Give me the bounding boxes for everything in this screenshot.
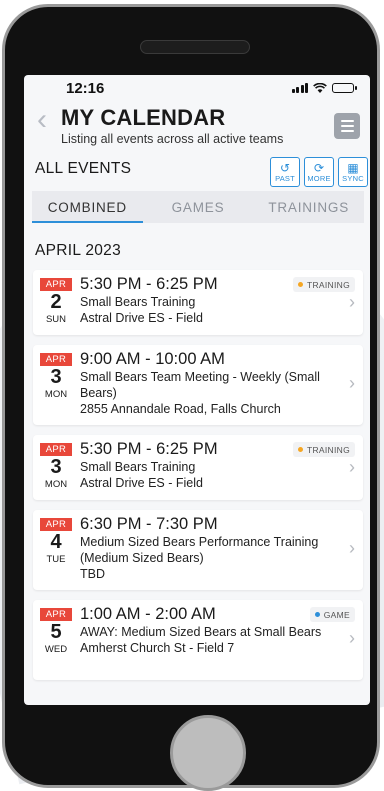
- event-day: 2: [50, 291, 62, 313]
- event-weekday: SUN: [45, 314, 67, 325]
- page-title: MY CALENDAR: [61, 105, 226, 130]
- event-card[interactable]: APR 3 MON 9:00 AM - 10:00 AM Small Bears…: [33, 345, 363, 425]
- chevron-right-icon: ›: [349, 538, 355, 558]
- event-date-badge: APR 2 SUN: [40, 278, 72, 325]
- tab-games[interactable]: GAMES: [143, 191, 254, 223]
- tab-combined[interactable]: COMBINED: [32, 191, 143, 223]
- event-type-label: GAME: [323, 609, 350, 620]
- event-month: APR: [40, 278, 72, 291]
- events-section-label: ALL EVENTS: [35, 160, 132, 177]
- tab-trainings[interactable]: TRAININGS: [253, 191, 364, 223]
- training-dot-icon: [297, 282, 303, 287]
- event-month: APR: [40, 518, 72, 531]
- game-dot-icon: [314, 612, 320, 617]
- phone-speaker: [140, 40, 250, 54]
- sync-calendar-button[interactable]: ▦ SYNC: [338, 157, 368, 187]
- event-weekday: MON: [44, 479, 68, 490]
- event-month: APR: [40, 608, 72, 621]
- event-location: Astral Drive ES - Field: [80, 476, 203, 490]
- event-day: 5: [50, 621, 62, 643]
- event-name: Small Bears Training: [80, 460, 196, 474]
- event-time: 1:00 AM - 2:00 AM: [80, 605, 216, 623]
- event-time: 6:30 PM - 7:30 PM: [80, 515, 218, 533]
- chevron-left-icon[interactable]: ‹: [37, 105, 47, 135]
- sync-button-label: SYNC: [342, 173, 364, 183]
- event-list: APR 2 SUN 5:30 PM - 6:25 PM Small Bears …: [24, 270, 370, 680]
- status-time: 12:16: [66, 79, 105, 97]
- event-name: Small Bears Team Meeting - Weekly (Small…: [80, 370, 320, 400]
- event-action-buttons: ↺ PAST ⟳ MORE ▦ SYNC: [270, 157, 368, 187]
- event-day: 4: [50, 531, 62, 553]
- phone-frame: 12:16 ‹ MY CALENDAR Listing all events a…: [2, 4, 380, 791]
- more-events-button[interactable]: ⟳ MORE: [304, 157, 334, 187]
- event-info: 9:00 AM - 10:00 AM Small Bears Team Meet…: [80, 350, 335, 417]
- calendar-sync-icon: ▦: [347, 160, 359, 175]
- event-date-badge: APR 4 TUE: [40, 518, 72, 565]
- training-dot-icon: [297, 447, 303, 452]
- event-weekday: MON: [44, 389, 68, 400]
- status-bar: 12:16: [24, 75, 370, 101]
- event-location: TBD: [80, 567, 105, 581]
- event-type-label: TRAINING: [306, 444, 350, 455]
- history-icon: ↺: [279, 160, 291, 175]
- event-name: AWAY: Medium Sized Bears at Small Bears: [80, 625, 322, 639]
- event-location: 2855 Annandale Road, Falls Church: [80, 402, 281, 416]
- more-button-label: MORE: [307, 173, 331, 183]
- page-subtitle: Listing all events across all active tea…: [61, 132, 284, 146]
- chevron-right-icon: ›: [349, 292, 355, 312]
- cellular-signal-icon: [291, 83, 308, 93]
- event-type-badge: GAME: [309, 607, 355, 622]
- past-events-button[interactable]: ↺ PAST: [270, 157, 300, 187]
- event-info: 6:30 PM - 7:30 PM Medium Sized Bears Per…: [80, 515, 335, 582]
- event-type-badge: TRAINING: [292, 442, 355, 457]
- month-heading: APRIL 2023: [35, 242, 122, 259]
- chevron-right-icon: ›: [349, 628, 355, 648]
- event-card[interactable]: APR 5 WED 1:00 AM - 2:00 AM AWAY: Medium…: [33, 600, 363, 680]
- event-time: 9:00 AM - 10:00 AM: [80, 350, 225, 368]
- event-location: Astral Drive ES - Field: [80, 311, 203, 325]
- chevron-right-icon: ›: [349, 373, 355, 393]
- event-month: APR: [40, 353, 72, 366]
- wifi-icon: [313, 83, 327, 93]
- event-type-tabs: COMBINED GAMES TRAININGS: [32, 191, 364, 223]
- event-name: Medium Sized Bears Performance Training …: [80, 535, 319, 565]
- event-name: Small Bears Training: [80, 295, 196, 309]
- event-info: 1:00 AM - 2:00 AM AWAY: Medium Sized Bea…: [80, 605, 335, 656]
- event-card[interactable]: APR 2 SUN 5:30 PM - 6:25 PM Small Bears …: [33, 270, 363, 335]
- page-header: ‹ MY CALENDAR Listing all events across …: [24, 101, 370, 147]
- event-date-badge: APR 3 MON: [40, 443, 72, 490]
- app-screen: 12:16 ‹ MY CALENDAR Listing all events a…: [24, 75, 370, 705]
- event-card[interactable]: APR 4 TUE 6:30 PM - 7:30 PM Medium Sized…: [33, 510, 363, 590]
- status-icons: [291, 83, 357, 93]
- event-type-label: TRAINING: [306, 279, 350, 290]
- past-button-label: PAST: [275, 173, 295, 183]
- events-toolbar: ALL EVENTS ↺ PAST ⟳ MORE ▦ SYNC: [24, 147, 370, 187]
- event-type-badge: TRAINING: [292, 277, 355, 292]
- refresh-icon: ⟳: [313, 160, 325, 175]
- event-month: APR: [40, 443, 72, 456]
- event-day: 3: [50, 456, 62, 478]
- event-date-badge: APR 3 MON: [40, 353, 72, 400]
- event-card[interactable]: APR 3 MON 5:30 PM - 6:25 PM Small Bears …: [33, 435, 363, 500]
- home-button[interactable]: [170, 715, 246, 791]
- battery-icon: [332, 83, 357, 93]
- hamburger-menu-icon[interactable]: [334, 113, 360, 139]
- event-location: Amherst Church St - Field 7: [80, 641, 235, 655]
- event-weekday: WED: [44, 644, 68, 655]
- chevron-right-icon: ›: [349, 457, 355, 477]
- event-day: 3: [50, 366, 62, 388]
- event-weekday: TUE: [46, 554, 66, 565]
- event-date-badge: APR 5 WED: [40, 608, 72, 655]
